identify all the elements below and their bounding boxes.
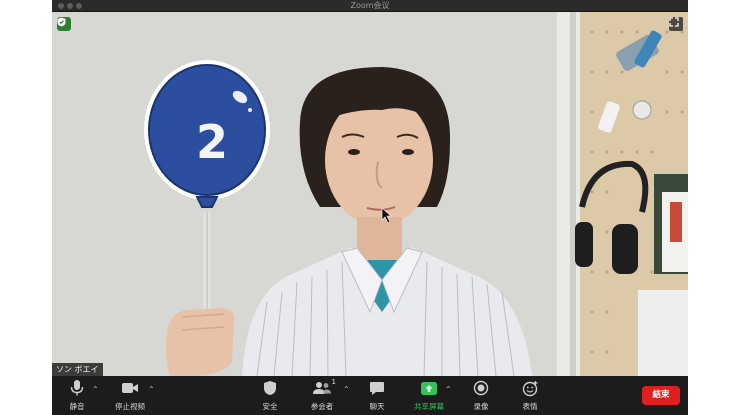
- window-title: Zoom会议: [350, 1, 390, 10]
- share-screen-button[interactable]: 共享屏幕: [407, 378, 451, 413]
- stop-video-button[interactable]: 停止视频: [108, 378, 152, 413]
- meeting-toolbar: 静音 ⌃ 停止视频 ⌃ 安全 1 参会者 ⌃ 聊天 共享屏幕 ⌃ 录像 表情 結…: [52, 376, 688, 415]
- share-options-chevron-icon[interactable]: ⌃: [445, 385, 452, 394]
- chat-label: 聊天: [369, 402, 385, 411]
- shield-icon: [57, 17, 66, 27]
- security-label: 安全: [262, 402, 278, 411]
- share-screen-icon: [421, 381, 437, 395]
- shield-icon: [264, 381, 276, 395]
- microphone-icon: [70, 380, 84, 396]
- reactions-label: 表情: [522, 402, 538, 411]
- expand-icon: [669, 17, 679, 27]
- people-icon: [313, 382, 331, 394]
- video-options-chevron-icon[interactable]: ⌃: [148, 385, 155, 394]
- share-screen-label: 共享屏幕: [414, 402, 444, 411]
- mute-button[interactable]: 静音: [55, 378, 99, 413]
- end-meeting-button[interactable]: 結束: [642, 386, 680, 405]
- record-label: 录像: [473, 402, 489, 411]
- participants-options-chevron-icon[interactable]: ⌃: [343, 385, 350, 394]
- video-frame-image: 2: [52, 12, 688, 376]
- record-icon: [473, 380, 489, 396]
- reactions-button[interactable]: 表情: [508, 378, 552, 413]
- audio-options-chevron-icon[interactable]: ⌃: [92, 385, 99, 394]
- mute-label: 静音: [69, 402, 85, 411]
- meeting-encryption-badge[interactable]: [57, 17, 71, 31]
- sign-number: 2: [196, 115, 228, 169]
- record-button[interactable]: 录像: [459, 378, 503, 413]
- fullscreen-button[interactable]: [669, 17, 683, 31]
- participants-button[interactable]: 1 参会者: [300, 378, 344, 413]
- stop-video-label: 停止视频: [115, 402, 145, 411]
- participants-count: 1: [331, 378, 336, 386]
- security-button[interactable]: 安全: [248, 378, 292, 413]
- smiley-icon: [522, 380, 537, 396]
- participant-name-tag: ソン ボエイ: [52, 363, 103, 376]
- participants-label: 参会者: [310, 402, 334, 411]
- chat-bubble-icon: [370, 381, 384, 395]
- video-camera-icon: [122, 383, 138, 393]
- zoom-window: Zoom会议 2 ソン ボエイ 静音 ⌃ 停止视频 ⌃ 安全 1 参会者 ⌃ 聊…: [52, 0, 688, 415]
- video-feed: 2 ソン ボエイ: [52, 12, 688, 376]
- title-bar: Zoom会议: [52, 0, 688, 12]
- chat-button[interactable]: 聊天: [355, 378, 399, 413]
